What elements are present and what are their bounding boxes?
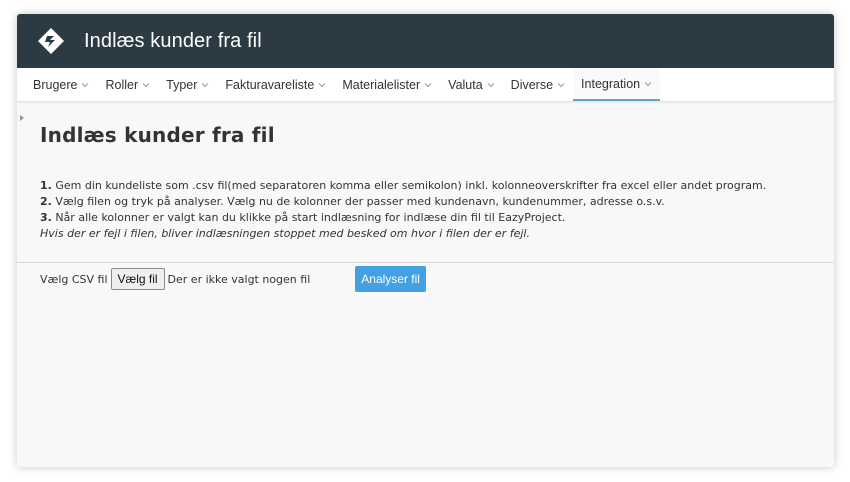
- step-text: Vælg filen og tryk på analyser. Vælg nu …: [51, 195, 665, 208]
- app-title: Indlæs kunder fra fil: [84, 29, 262, 52]
- nav-item-diverse[interactable]: Diverse: [503, 68, 573, 101]
- nav-item-materialelister[interactable]: Materialelister: [334, 68, 440, 101]
- chevron-down-icon: [142, 82, 150, 87]
- instruction-step: 2. Vælg filen og tryk på analyser. Vælg …: [40, 194, 834, 210]
- analyse-file-button[interactable]: Analyser fil: [355, 266, 426, 292]
- page-title: Indlæs kunder fra fil: [40, 123, 275, 147]
- file-label: Vælg CSV fil: [40, 272, 108, 286]
- instruction-step: 1. Gem din kundeliste som .csv fil(med s…: [40, 178, 834, 194]
- nav-item-fakturavareliste[interactable]: Fakturavareliste: [217, 68, 334, 101]
- eazyproject-logo-icon: [38, 28, 64, 54]
- app-window: Indlæs kunder fra fil Brugere Roller Typ…: [17, 14, 834, 467]
- error-note: Hvis der er fejl i filen, bliver indlæsn…: [40, 227, 530, 240]
- chevron-down-icon: [487, 82, 495, 87]
- step-number: 2.: [40, 195, 52, 208]
- nav-item-integration[interactable]: Integration: [573, 68, 661, 101]
- nav-item-label: Fakturavareliste: [225, 77, 315, 92]
- nav-item-label: Materialelister: [342, 77, 421, 92]
- chevron-down-icon: [82, 82, 89, 87]
- nav-item-valuta[interactable]: Valuta: [440, 68, 503, 101]
- nav-item-roller[interactable]: Roller: [97, 68, 158, 101]
- choose-file-button[interactable]: Vælg fil: [110, 268, 165, 290]
- nav-item-label: Typer: [166, 77, 198, 92]
- nav-item-label: Valuta: [448, 77, 483, 92]
- divider: [17, 262, 834, 263]
- chevron-down-icon: [644, 81, 652, 86]
- instruction-step: 3. Når alle kolonner er valgt kan du kli…: [40, 210, 834, 226]
- step-number: 3.: [40, 211, 52, 224]
- nav-item-label: Diverse: [510, 77, 554, 92]
- step-number: 1.: [40, 179, 52, 192]
- nav-item-label: Roller: [105, 77, 139, 92]
- chevron-down-icon: [318, 82, 326, 87]
- main-content: Indlæs kunder fra fil 1. Gem din kundeli…: [17, 123, 834, 292]
- nav-item-label: Brugere: [33, 77, 78, 92]
- file-upload-row: Vælg CSV fil Vælg fil Der er ikke valgt …: [40, 266, 834, 292]
- step-text: Gem din kundeliste som .csv fil(med sepa…: [51, 179, 767, 192]
- title-bar: Indlæs kunder fra fil: [17, 14, 834, 68]
- chevron-down-icon: [424, 82, 432, 87]
- chevron-down-icon: [557, 82, 565, 87]
- nav-item-typer[interactable]: Typer: [158, 68, 217, 101]
- main-nav: Brugere Roller Typer Fakturavareliste Ma…: [17, 68, 834, 102]
- sidebar-toggle-icon[interactable]: [20, 115, 24, 121]
- instructions: 1. Gem din kundeliste som .csv fil(med s…: [40, 178, 834, 242]
- step-text: Når alle kolonner er valgt kan du klikke…: [51, 211, 566, 224]
- nav-item-label: Integration: [581, 76, 641, 91]
- nav-item-brugere[interactable]: Brugere: [25, 68, 97, 101]
- file-status: Der er ikke valgt nogen fil: [167, 272, 311, 286]
- chevron-down-icon: [202, 82, 209, 87]
